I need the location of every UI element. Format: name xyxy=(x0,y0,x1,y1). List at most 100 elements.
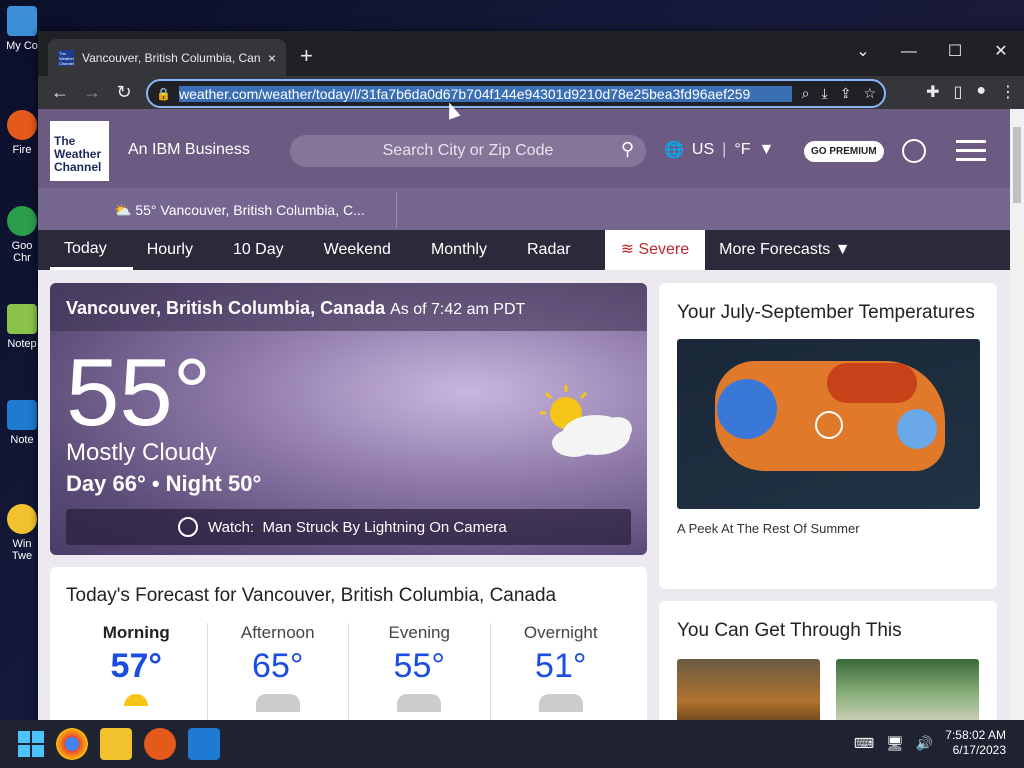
forecast-title: Today's Forecast for Vancouver, British … xyxy=(66,585,557,606)
network-icon[interactable]: 🖥 xyxy=(886,735,904,752)
weather-channel-logo[interactable]: The Weather Channel xyxy=(50,121,109,181)
bookmark-star-icon[interactable]: ☆ xyxy=(863,85,876,102)
close-window-button[interactable]: ✕ xyxy=(978,37,1024,67)
back-arrow-icon[interactable]: ← xyxy=(44,82,76,103)
firefox-taskbar-icon[interactable] xyxy=(144,728,176,760)
side-panel-icon[interactable]: ▯ xyxy=(954,82,963,102)
maximize-button[interactable]: ☐ xyxy=(932,37,978,67)
tab-monthly[interactable]: Monthly xyxy=(417,230,513,270)
cloud-icon xyxy=(255,694,300,712)
kebab-menu-icon[interactable]: ⋮ xyxy=(1000,82,1016,102)
install-icon[interactable]: ⤓ xyxy=(822,85,828,102)
current-temp: 55° xyxy=(66,339,212,446)
desktop-icon-wintweaker[interactable]: Win Twe xyxy=(2,504,42,562)
extensions-icon[interactable]: ✚ xyxy=(926,82,939,102)
clock-time: 7:58:02 AM xyxy=(945,728,1006,742)
browser-tab[interactable]: The Weather Channel Vancouver, British C… xyxy=(48,39,286,76)
address-bar[interactable]: 🔒 weather.com/weather/today/l/31fa7b6da0… xyxy=(146,79,886,108)
desktop-icon-firefox[interactable]: Fire xyxy=(2,110,42,156)
tab-more-forecasts[interactable]: More Forecasts ▼ xyxy=(705,230,876,270)
clock[interactable]: 7:58:02 AM 6/17/2023 xyxy=(945,728,1006,758)
profile-icon[interactable]: ● xyxy=(976,82,986,102)
condition-phrase: Mostly Cloudy xyxy=(66,439,217,466)
partly-cloudy-icon: ⛅ xyxy=(114,202,132,218)
chrome-taskbar-icon[interactable] xyxy=(56,728,88,760)
watch-title: Man Struck By Lightning On Camera xyxy=(262,518,507,536)
unit-label: °F xyxy=(734,141,751,158)
share-icon[interactable]: ⇪ xyxy=(840,85,852,102)
globe-icon: 🌐 xyxy=(664,142,684,159)
day-night-temps: Day 66° • Night 50° xyxy=(66,471,262,496)
notepadpp-icon xyxy=(7,304,37,334)
period-overnight[interactable]: Overnight 51° xyxy=(491,623,632,720)
volume-icon[interactable]: 🔊 xyxy=(916,735,933,752)
notepad-icon xyxy=(7,400,37,430)
period-afternoon[interactable]: Afternoon 65° xyxy=(208,623,349,720)
minimize-button[interactable]: — xyxy=(886,37,932,67)
period-name: Afternoon xyxy=(240,623,315,642)
tornado-icon: ≋ xyxy=(620,241,639,258)
tab-severe[interactable]: ≋ Severe xyxy=(604,230,706,270)
play-icon[interactable] xyxy=(815,411,843,439)
url-text[interactable]: weather.com/weather/today/l/31fa7b6da0d6… xyxy=(178,85,792,102)
left-column: Vancouver, British Columbia, Canada As o… xyxy=(50,283,647,720)
zoom-icon[interactable]: ⌕ xyxy=(802,85,810,102)
period-morning[interactable]: Morning 57° xyxy=(66,623,208,720)
desktop-icon-notepad[interactable]: Note xyxy=(2,400,42,446)
browser-window: The Weather Channel Vancouver, British C… xyxy=(38,31,1024,720)
period-name: Morning xyxy=(102,623,170,642)
new-tab-button[interactable]: + xyxy=(300,43,313,69)
wintweaker-icon xyxy=(7,504,37,534)
play-icon xyxy=(178,517,198,537)
person-thumbnail[interactable] xyxy=(836,659,979,720)
watch-video-link[interactable]: Watch: Man Struck By Lightning On Camera xyxy=(66,509,631,545)
period-temp: 55° xyxy=(393,647,445,685)
reload-icon[interactable]: ↻ xyxy=(108,82,140,103)
recent-location-item[interactable]: ⛅ 55° Vancouver, British Columbia, C... xyxy=(114,202,365,219)
desktop-icon-notepadpp[interactable]: Notep xyxy=(2,304,42,350)
tab-radar[interactable]: Radar xyxy=(513,230,597,270)
notepad-taskbar-icon[interactable] xyxy=(188,728,220,760)
tab-10-day[interactable]: 10 Day xyxy=(219,230,310,270)
tab-strip: The Weather Channel Vancouver, British C… xyxy=(38,31,1024,76)
forward-arrow-icon[interactable]: → xyxy=(76,82,108,103)
tab-weekend[interactable]: Weekend xyxy=(310,230,417,270)
wildfire-thumbnail[interactable] xyxy=(677,659,820,720)
page-scrollbar[interactable] xyxy=(1010,109,1024,720)
locale-selector[interactable]: 🌐 US | °F ▼ xyxy=(664,140,774,160)
weather-channel-favicon: The Weather Channel xyxy=(58,49,75,66)
tab-today[interactable]: Today xyxy=(50,230,133,270)
lock-icon[interactable]: 🔒 xyxy=(156,87,171,101)
keyboard-icon[interactable]: ⌨ xyxy=(854,735,874,752)
current-conditions-card: Vancouver, British Columbia, Canada As o… xyxy=(50,283,647,555)
caret-down-icon: ▼ xyxy=(834,241,851,258)
chrome-icon xyxy=(7,206,37,236)
forecast-tabs: Today Hourly 10 Day Weekend Monthly Rada… xyxy=(38,230,1010,270)
file-explorer-icon[interactable] xyxy=(100,728,132,760)
story-card: You Can Get Through This xyxy=(659,601,997,720)
temperature-map-video[interactable] xyxy=(677,339,980,509)
divider xyxy=(396,192,397,228)
search-icon[interactable]: ⚲ xyxy=(621,139,634,160)
mostly-cloudy-icon xyxy=(540,385,632,457)
windows-start-icon[interactable] xyxy=(18,731,44,757)
tab-search-button[interactable]: ⌄ xyxy=(840,37,886,67)
period-evening[interactable]: Evening 55° xyxy=(349,623,491,720)
seasonal-temps-card[interactable]: Your July-September Temperatures A Peek … xyxy=(659,283,997,589)
account-icon[interactable] xyxy=(902,139,926,163)
tab-close-button[interactable]: × xyxy=(268,50,276,66)
scrollbar-thumb[interactable] xyxy=(1013,127,1021,203)
desktop-icon-chrome[interactable]: Goo Chr xyxy=(2,206,42,264)
card-title: Your July-September Temperatures xyxy=(677,302,975,323)
as-of-time: As of 7:42 am PDT xyxy=(390,301,526,318)
card-caption[interactable]: A Peek At The Rest Of Summer xyxy=(677,521,979,536)
cloud-icon xyxy=(397,694,442,712)
go-premium-button[interactable]: GO PREMIUM xyxy=(804,141,884,162)
location-search-input[interactable]: Search City or Zip Code ⚲ xyxy=(290,135,646,167)
hamburger-menu-icon[interactable] xyxy=(956,140,986,167)
window-controls: ⌄ — ☐ ✕ xyxy=(840,37,1024,67)
sun-icon xyxy=(124,694,149,706)
tab-hourly[interactable]: Hourly xyxy=(133,230,219,270)
firefox-icon xyxy=(7,110,37,140)
desktop-icon-my-computer[interactable]: My Co xyxy=(2,6,42,52)
